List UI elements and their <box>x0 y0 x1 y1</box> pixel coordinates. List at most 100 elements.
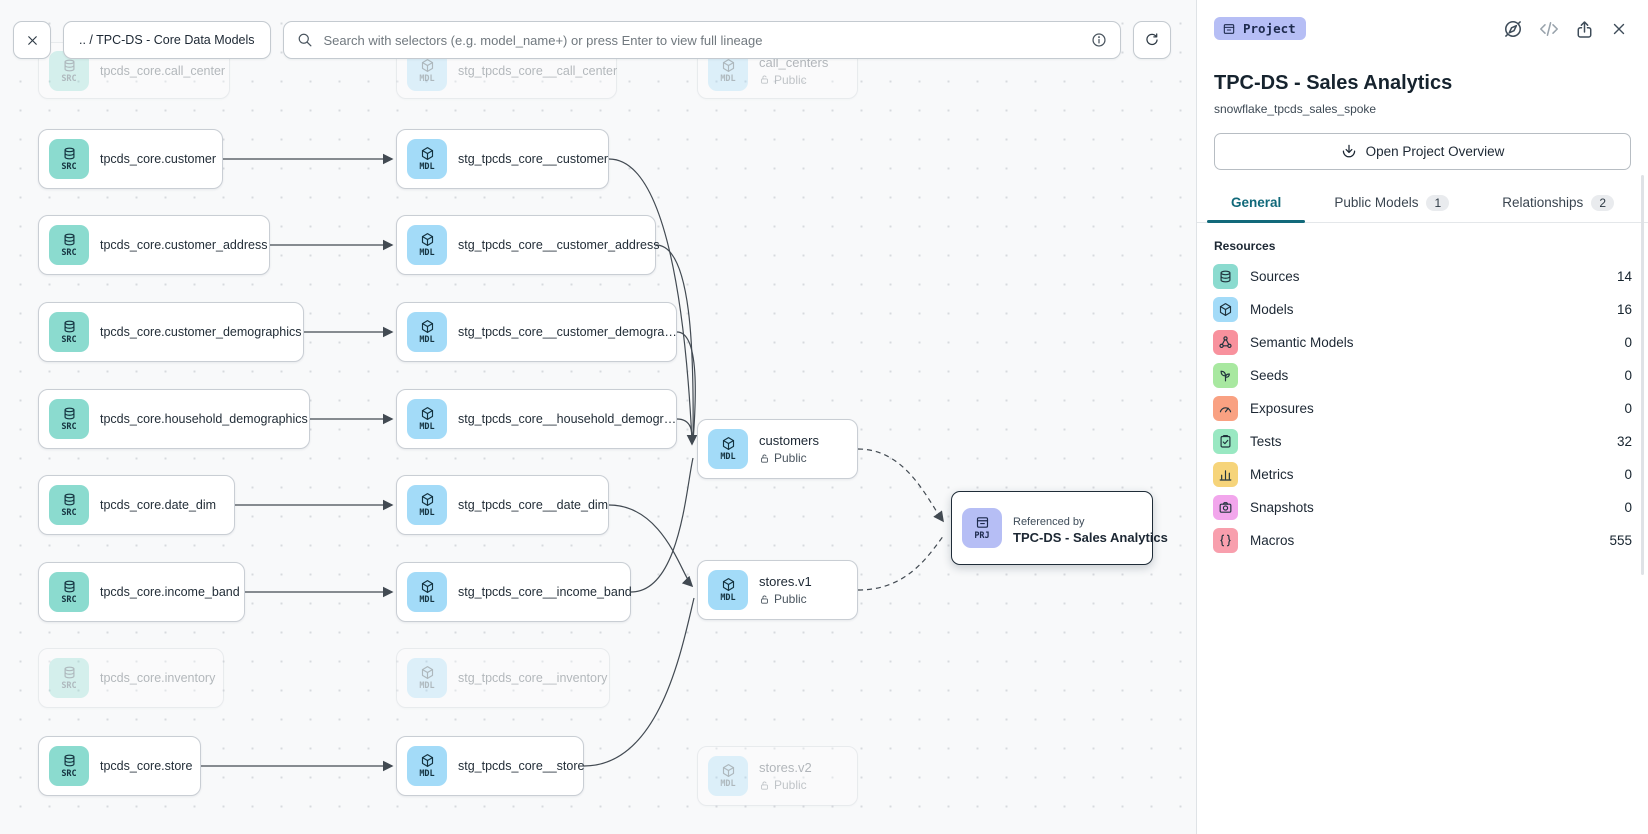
refresh-button[interactable] <box>1133 21 1171 59</box>
share-icon[interactable] <box>1575 20 1594 39</box>
resource-count: 16 <box>1617 302 1632 317</box>
tab-relationships[interactable]: Relationships2 <box>1500 187 1616 222</box>
overview-button-label: Open Project Overview <box>1366 144 1505 159</box>
lock-icon <box>759 453 770 464</box>
lineage-node-stg-customer-address[interactable]: MDLstg_tpcds_core__customer_address <box>396 215 656 275</box>
cube-icon <box>721 436 736 451</box>
resource-row-seeds[interactable]: Seeds0 <box>1197 359 1648 392</box>
node-label: stg_tpcds_core__inventory <box>458 671 607 685</box>
resource-count: 555 <box>1609 533 1632 548</box>
overview-icon <box>1341 143 1357 159</box>
lineage-node-src-household-demographics[interactable]: SRCtpcds_core.household_demographics <box>38 389 310 449</box>
search-icon <box>297 32 313 48</box>
lineage-canvas[interactable]: SRCtpcds_core.call_centerSRCtpcds_core.c… <box>0 0 1196 834</box>
resource-name: Tests <box>1250 434 1605 449</box>
lineage-node-src-customer[interactable]: SRCtpcds_core.customer <box>38 129 223 189</box>
resource-row-metrics[interactable]: Metrics0 <box>1197 458 1648 491</box>
breadcrumb-label: .. / TPC-DS - Core Data Models <box>79 33 255 47</box>
lineage-node-src-date-dim[interactable]: SRCtpcds_core.date_dim <box>38 475 235 535</box>
node-access-label: Public <box>774 73 807 87</box>
cube-icon: MDL <box>407 225 447 265</box>
database-icon <box>62 146 77 161</box>
lineage-node-stg-customer-demographics[interactable]: MDLstg_tpcds_core__customer_demogra… <box>396 302 677 362</box>
cube-icon <box>420 492 435 507</box>
seed-icon <box>1218 368 1233 383</box>
code-icon[interactable] <box>1539 19 1559 39</box>
page-title: TPC-DS - Sales Analytics <box>1214 72 1631 95</box>
lineage-node-stg-inventory[interactable]: MDLstg_tpcds_core__inventory <box>396 648 610 708</box>
info-icon <box>1091 32 1107 48</box>
archive-icon <box>975 515 990 530</box>
resource-row-tests[interactable]: Tests 32 <box>1197 425 1648 458</box>
panel-actions <box>1503 19 1628 39</box>
node-label: stg_tpcds_core__income_band <box>458 585 632 599</box>
refresh-icon <box>1144 32 1160 48</box>
resource-count: 32 <box>1617 434 1632 449</box>
lineage-node-stg-income-band[interactable]: MDLstg_tpcds_core__income_band <box>396 562 631 622</box>
node-overline: Referenced by <box>1013 516 1085 528</box>
open-project-overview-button[interactable]: Open Project Overview <box>1214 133 1631 170</box>
database-icon: SRC <box>49 658 89 698</box>
cube-icon <box>420 58 435 73</box>
cube-icon <box>1213 297 1238 322</box>
resource-row-snapshots[interactable]: Snapshots0 <box>1197 491 1648 524</box>
search-input[interactable] <box>322 32 1082 49</box>
lock-open-icon <box>759 453 770 464</box>
lineage-node-stg-customer[interactable]: MDLstg_tpcds_core__customer <box>396 129 609 189</box>
semantic-icon <box>1218 335 1233 350</box>
cube-icon: MDL <box>407 399 447 439</box>
resource-row-sources[interactable]: Sources 14 <box>1197 260 1648 293</box>
resource-count: 0 <box>1624 401 1632 416</box>
info-icon[interactable] <box>1091 32 1107 48</box>
cube-icon: MDL <box>407 746 447 786</box>
resource-row-semantic-models[interactable]: Semantic Models0 <box>1197 326 1648 359</box>
search-bar <box>283 21 1121 59</box>
lineage-node-pub-stores-v1[interactable]: MDLstores.v1Public <box>697 560 858 620</box>
resource-row-exposures[interactable]: Exposures0 <box>1197 392 1648 425</box>
compass-icon <box>1503 19 1523 39</box>
tab-public-models[interactable]: Public Models1 <box>1332 187 1451 222</box>
node-label: stg_tpcds_core__customer_demogra… <box>458 325 677 339</box>
database-icon: SRC <box>49 572 89 612</box>
lineage-node-pub-customers[interactable]: MDLcustomersPublic <box>697 419 858 479</box>
lineage-node-stg-store[interactable]: MDLstg_tpcds_core__store <box>396 736 584 796</box>
resource-count: 0 <box>1624 368 1632 383</box>
lineage-node-stg-household-demographics[interactable]: MDLstg_tpcds_core__household_demogr… <box>396 389 677 449</box>
node-access-label: Public <box>774 778 807 792</box>
panel-scrollbar[interactable] <box>1641 175 1644 575</box>
resource-row-models[interactable]: Models16 <box>1197 293 1648 326</box>
lineage-node-prj-sales-analytics[interactable]: PRJReferenced byTPC-DS - Sales Analytics <box>951 491 1153 565</box>
cube-icon: MDL <box>708 429 748 469</box>
resource-count: 14 <box>1617 269 1632 284</box>
database-icon <box>62 406 77 421</box>
resource-name: Sources <box>1250 269 1605 284</box>
close-panel-icon[interactable] <box>1610 20 1628 38</box>
lineage-node-src-customer-demographics[interactable]: SRCtpcds_core.customer_demographics <box>38 302 304 362</box>
tab-general[interactable]: General <box>1229 187 1283 222</box>
explore-icon[interactable] <box>1503 19 1523 39</box>
lineage-node-src-customer-address[interactable]: SRCtpcds_core.customer_address <box>38 215 270 275</box>
cube-icon: MDL <box>407 485 447 525</box>
close-lineage-button[interactable] <box>13 21 51 59</box>
database-icon: SRC <box>49 225 89 265</box>
database-icon <box>62 753 77 768</box>
database-icon: SRC <box>49 746 89 786</box>
test-icon <box>1218 434 1233 449</box>
lineage-node-stg-date-dim[interactable]: MDLstg_tpcds_core__date_dim <box>396 475 609 535</box>
cube-icon <box>420 146 435 161</box>
database-icon <box>62 232 77 247</box>
resource-count: 0 <box>1624 467 1632 482</box>
project-subtitle: snowflake_tpcds_sales_spoke <box>1214 102 1631 116</box>
lineage-node-src-store[interactable]: SRCtpcds_core.store <box>38 736 201 796</box>
breadcrumb[interactable]: .. / TPC-DS - Core Data Models <box>63 21 271 59</box>
lineage-node-pub-stores-v2[interactable]: MDLstores.v2Public <box>697 746 858 806</box>
x-icon <box>1610 20 1628 38</box>
panel-tabs: General Public Models1 Relationships2 <box>1197 187 1648 223</box>
macro-icon <box>1218 533 1233 548</box>
node-label: tpcds_core.customer <box>100 152 216 166</box>
lineage-node-src-income-band[interactable]: SRCtpcds_core.income_band <box>38 562 245 622</box>
lineage-node-src-inventory[interactable]: SRCtpcds_core.inventory <box>38 648 224 708</box>
node-label: tpcds_core.call_center <box>100 64 225 78</box>
resource-row-macros[interactable]: Macros555 <box>1197 524 1648 557</box>
database-icon <box>1213 264 1238 289</box>
